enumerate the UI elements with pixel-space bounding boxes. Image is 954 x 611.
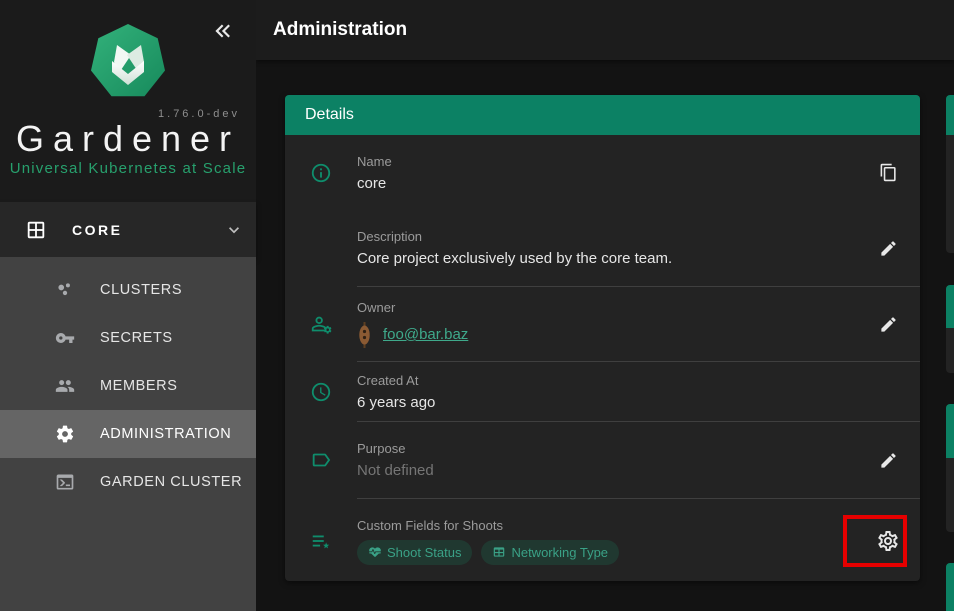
sidebar-item-garden-cluster[interactable]: GARDEN CLUSTER	[0, 458, 256, 506]
field-description: Description Core project exclusively use…	[285, 210, 920, 286]
table-icon	[492, 545, 506, 559]
sidebar-item-label: GARDEN CLUSTER	[79, 474, 242, 490]
created-at-label: Created At	[357, 373, 856, 388]
purpose-label: Purpose	[357, 441, 856, 456]
project-selector[interactable]: CORE	[0, 202, 256, 257]
gear-icon	[0, 424, 79, 444]
console-icon	[0, 472, 79, 492]
sidebar-item-label: ADMINISTRATION	[79, 426, 231, 442]
clusters-icon	[0, 280, 79, 300]
details-card-header: Details	[285, 95, 920, 135]
project-selector-label: CORE	[72, 222, 212, 238]
brand-area: 1.76.0-dev Gardener Universal Kubernetes…	[0, 0, 256, 202]
heart-pulse-icon	[368, 545, 382, 559]
sidebar: 1.76.0-dev Gardener Universal Kubernetes…	[0, 0, 256, 611]
right-card-header-sliver	[946, 563, 954, 611]
purpose-value: Not defined	[357, 462, 856, 479]
topbar: Administration	[256, 0, 954, 60]
owner-label: Owner	[357, 300, 856, 315]
created-at-value: 6 years ago	[357, 394, 856, 411]
edit-owner-button[interactable]	[870, 306, 906, 342]
description-label: Description	[357, 229, 856, 244]
copy-icon	[879, 163, 898, 182]
tag-icon	[285, 449, 357, 471]
custom-fields-label: Custom Fields for Shoots	[357, 518, 856, 533]
gardener-logo	[88, 22, 168, 102]
field-owner: Owner foo@bar.baz	[285, 287, 920, 361]
custom-fields-chips: Shoot Status Networking Type	[357, 540, 856, 565]
sidebar-item-label: CLUSTERS	[79, 282, 182, 298]
field-name: Name core	[285, 135, 920, 210]
gear-outline-icon	[876, 529, 900, 553]
pencil-icon	[879, 315, 898, 334]
description-value: Core project exclusively used by the cor…	[357, 250, 856, 267]
chip-shoot-status: Shoot Status	[357, 540, 472, 565]
pencil-icon	[879, 239, 898, 258]
right-card-body-sliver	[946, 458, 954, 532]
app-title: Gardener	[0, 118, 256, 160]
right-card-header-sliver	[946, 285, 954, 328]
owner-email-link[interactable]: foo@bar.baz	[383, 326, 468, 343]
configure-custom-fields-button[interactable]	[870, 523, 906, 559]
sidebar-item-clusters[interactable]: CLUSTERS	[0, 266, 256, 314]
field-custom-fields: Custom Fields for Shoots Shoot Status Ne…	[285, 499, 920, 583]
clock-icon	[285, 381, 357, 403]
right-card-header-sliver	[946, 404, 954, 458]
chip-networking-type: Networking Type	[481, 540, 619, 565]
app-tagline: Universal Kubernetes at Scale	[0, 160, 256, 177]
chip-label: Networking Type	[511, 545, 608, 560]
sidebar-item-label: MEMBERS	[79, 378, 178, 394]
key-icon	[0, 328, 79, 348]
details-card-title: Details	[285, 106, 354, 124]
collapse-sidebar-button[interactable]	[210, 18, 236, 44]
copy-name-button[interactable]	[870, 155, 906, 191]
field-created-at: Created At 6 years ago	[285, 362, 920, 421]
name-label: Name	[357, 154, 856, 169]
page-title: Administration	[256, 19, 407, 41]
edit-description-button[interactable]	[870, 230, 906, 266]
chip-label: Shoot Status	[387, 545, 461, 560]
sidebar-item-members[interactable]: MEMBERS	[0, 362, 256, 410]
owner-avatar	[357, 321, 372, 349]
sidebar-nav: CLUSTERS SECRETS MEMBERS ADMINISTRATION	[0, 257, 256, 611]
info-icon	[285, 162, 357, 184]
grid-icon	[0, 219, 72, 241]
sidebar-item-administration[interactable]: ADMINISTRATION	[0, 410, 256, 458]
right-card-body-sliver	[946, 328, 954, 373]
name-value: core	[357, 175, 856, 192]
sidebar-item-secrets[interactable]: SECRETS	[0, 314, 256, 362]
gardener-dashboard: 1.76.0-dev Gardener Universal Kubernetes…	[0, 0, 954, 611]
right-card-body-sliver	[946, 135, 954, 253]
account-gear-icon	[285, 313, 357, 335]
details-card: Details Name core Descript	[285, 95, 920, 581]
chevron-down-icon	[212, 220, 256, 240]
edit-purpose-button[interactable]	[870, 442, 906, 478]
chevron-double-left-icon	[210, 18, 236, 44]
list-star-icon	[285, 530, 357, 552]
pencil-icon	[879, 451, 898, 470]
field-purpose: Purpose Not defined	[285, 422, 920, 498]
sidebar-item-label: SECRETS	[79, 330, 173, 346]
members-icon	[0, 376, 79, 396]
right-card-header-sliver	[946, 95, 954, 135]
